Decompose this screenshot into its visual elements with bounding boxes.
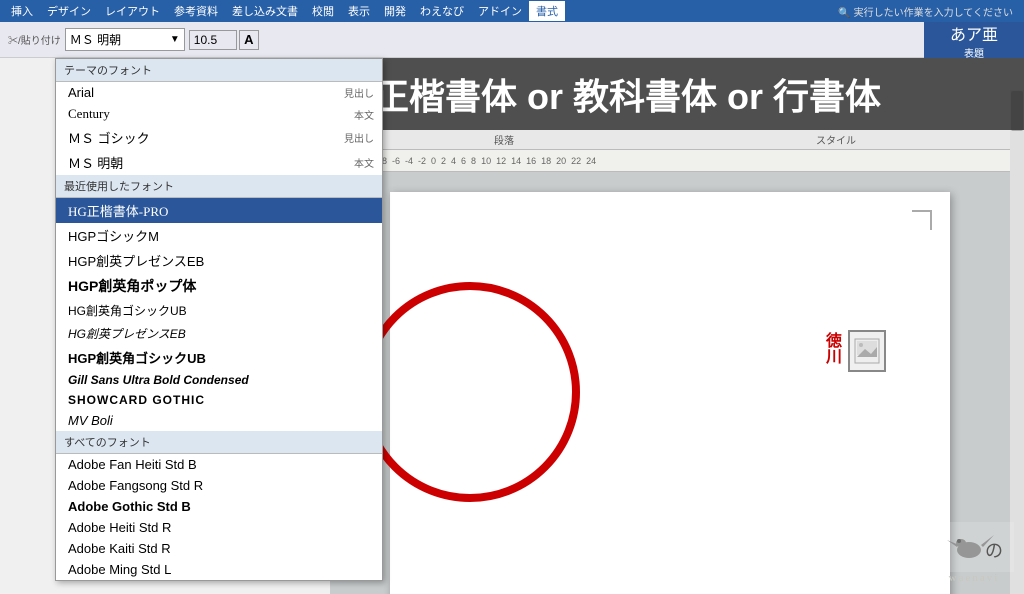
font-name-msmincho: ＭＳ 明朝	[68, 153, 123, 172]
font-name-input[interactable]: ＭＳ 明朝 ▼	[65, 28, 185, 51]
all-section-header: すべてのフォント	[56, 431, 382, 454]
font-item-hgpsoueipres[interactable]: HGP創英プレゼンスEB	[56, 248, 382, 273]
font-grow-button[interactable]: A	[239, 30, 259, 50]
font-name-gillsans: Gill Sans Ultra Bold Condensed	[68, 373, 249, 387]
page-wrapper: 徳川	[330, 172, 1010, 594]
menu-format[interactable]: 書式	[529, 1, 565, 21]
menu-layout[interactable]: レイアウト	[98, 1, 167, 21]
font-tag-century: 本文	[354, 107, 374, 122]
paste-label: ✂/貼り付け	[8, 32, 61, 47]
font-dropdown: テーマのフォント Arial 見出し Century 本文 ＭＳ ゴシック 見出…	[55, 58, 383, 581]
styles-panel[interactable]: あア亜 表題	[924, 22, 1024, 58]
font-name-hgpsoueipres: HGP創英プレゼンスEB	[68, 251, 204, 270]
corner-mark	[912, 210, 932, 230]
font-item-msmincho[interactable]: ＭＳ 明朝 本文	[56, 150, 382, 175]
font-item-adobe-gothic[interactable]: Adobe Gothic Std B	[56, 496, 382, 517]
vertical-scrollbar[interactable]	[1010, 90, 1024, 594]
menu-design[interactable]: デザイン	[40, 1, 98, 21]
font-name-hgcreatekaku: HG創英角ゴシックUB	[68, 302, 187, 319]
recent-section-header: 最近使用したフォント	[56, 175, 382, 198]
font-item-hgseikaisho[interactable]: HG正楷書体-PRO	[56, 198, 382, 223]
style-section-label: スタイル	[670, 132, 1002, 147]
font-item-mvboli[interactable]: MV Boli	[56, 410, 382, 431]
waenavi-text: waenavi	[949, 572, 1000, 584]
font-name-hgpcreatepop: HGP創英角ポップ体	[68, 276, 196, 296]
vertical-text: 徳川	[820, 332, 842, 364]
font-name-hgpgothicm: HGPゴシックM	[68, 226, 159, 245]
font-item-hgcreatekaku[interactable]: HG創英角ゴシックUB	[56, 299, 382, 322]
ruler: -12 -10 -8 -6 -4 -2 0 2 4 6 8 10 12 14 1…	[330, 150, 1010, 172]
menu-dev[interactable]: 開発	[377, 1, 413, 21]
menu-insert[interactable]: 挿入	[4, 1, 40, 21]
font-name-adobe-gothic: Adobe Gothic Std B	[68, 499, 191, 514]
font-name-hgpcreate-kaku: HGP創英角ゴシックUB	[68, 348, 206, 367]
font-name-hgcreatepres: HG創英プレゼンスEB	[68, 325, 186, 342]
font-name-adobe-heiti: Adobe Heiti Std R	[68, 520, 171, 535]
font-item-adobe-fan-heiti[interactable]: Adobe Fan Heiti Std B	[56, 454, 382, 475]
font-name-century: Century	[68, 106, 110, 122]
page: 徳川	[390, 192, 950, 594]
waenavi-logo-image: の	[934, 522, 1014, 572]
font-name-adobe-ming: Adobe Ming Std L	[68, 562, 171, 577]
header-banner-text: 正楷書体 or 教科書体 or 行書体	[373, 68, 881, 120]
font-name-hgseikaisho: HG正楷書体-PRO	[68, 201, 168, 220]
font-item-adobe-heiti[interactable]: Adobe Heiti Std R	[56, 517, 382, 538]
theme-section-header: テーマのフォント	[56, 59, 382, 82]
menu-view[interactable]: 表示	[341, 1, 377, 21]
section-header: 段落 スタイル	[330, 130, 1010, 150]
font-item-arial[interactable]: Arial 見出し	[56, 82, 382, 103]
stamp-image-icon	[853, 337, 881, 365]
doc-area: 段落 スタイル -12 -10 -8 -6 -4 -2 0 2 4 6 8 10…	[330, 130, 1010, 594]
font-tag-arial: 見出し	[344, 85, 374, 100]
font-item-hgpcreatepop[interactable]: HGP創英角ポップ体	[56, 273, 382, 299]
stamp-icon	[848, 330, 886, 372]
menu-references[interactable]: 参考資料	[167, 1, 225, 21]
font-item-adobe-ming[interactable]: Adobe Ming Std L	[56, 559, 382, 580]
font-item-adobe-fangsong[interactable]: Adobe Fangsong Std R	[56, 475, 382, 496]
dropdown-arrow-icon: ▼	[170, 34, 180, 45]
font-item-hgpgothicm[interactable]: HGPゴシックM	[56, 223, 382, 248]
font-item-showcard[interactable]: SHOWCARD GOTHIC	[56, 390, 382, 410]
svg-text:の: の	[985, 541, 1003, 561]
menu-search[interactable]: 🔍 実行したい作業を入力してください	[831, 2, 1020, 21]
font-name-msgothic: ＭＳ ゴシック	[68, 128, 150, 147]
waenavi-bird-icon: の	[939, 525, 1009, 570]
font-size-input[interactable]: 10.5	[189, 30, 237, 50]
font-tag-msmincho: 本文	[354, 155, 374, 170]
menu-review[interactable]: 校閲	[305, 1, 341, 21]
menu-waenabi[interactable]: わえなび	[413, 1, 471, 21]
font-item-msgothic[interactable]: ＭＳ ゴシック 見出し	[56, 125, 382, 150]
menu-bar: 挿入 デザイン レイアウト 参考資料 差し込み文書 校閲 表示 開発 わえなび …	[0, 0, 1024, 22]
font-item-century[interactable]: Century 本文	[56, 103, 382, 125]
font-name-adobe-fan-heiti: Adobe Fan Heiti Std B	[68, 457, 197, 472]
menu-mailings[interactable]: 差し込み文書	[225, 1, 305, 21]
font-name-adobe-kaiti: Adobe Kaiti Std R	[68, 541, 171, 556]
menu-addin[interactable]: アドイン	[471, 1, 529, 21]
font-item-adobe-kaiti[interactable]: Adobe Kaiti Std R	[56, 538, 382, 559]
style-label: あア亜	[950, 21, 998, 45]
font-item-gillsans[interactable]: Gill Sans Ultra Bold Condensed	[56, 370, 382, 390]
font-item-hgcreatepres[interactable]: HG創英プレゼンスEB	[56, 322, 382, 345]
font-item-hgpcreate-kaku[interactable]: HGP創英角ゴシックUB	[56, 345, 382, 370]
font-name-showcard: SHOWCARD GOTHIC	[68, 393, 205, 407]
font-name-mvboli: MV Boli	[68, 413, 113, 428]
font-name-arial: Arial	[68, 85, 94, 100]
red-circle	[360, 282, 580, 502]
font-tag-msgothic: 見出し	[344, 130, 374, 145]
font-name-adobe-fangsong: Adobe Fangsong Std R	[68, 478, 203, 493]
paragraph-label: 段落	[338, 132, 670, 147]
waenavi-logo: の waenavi	[934, 522, 1014, 584]
